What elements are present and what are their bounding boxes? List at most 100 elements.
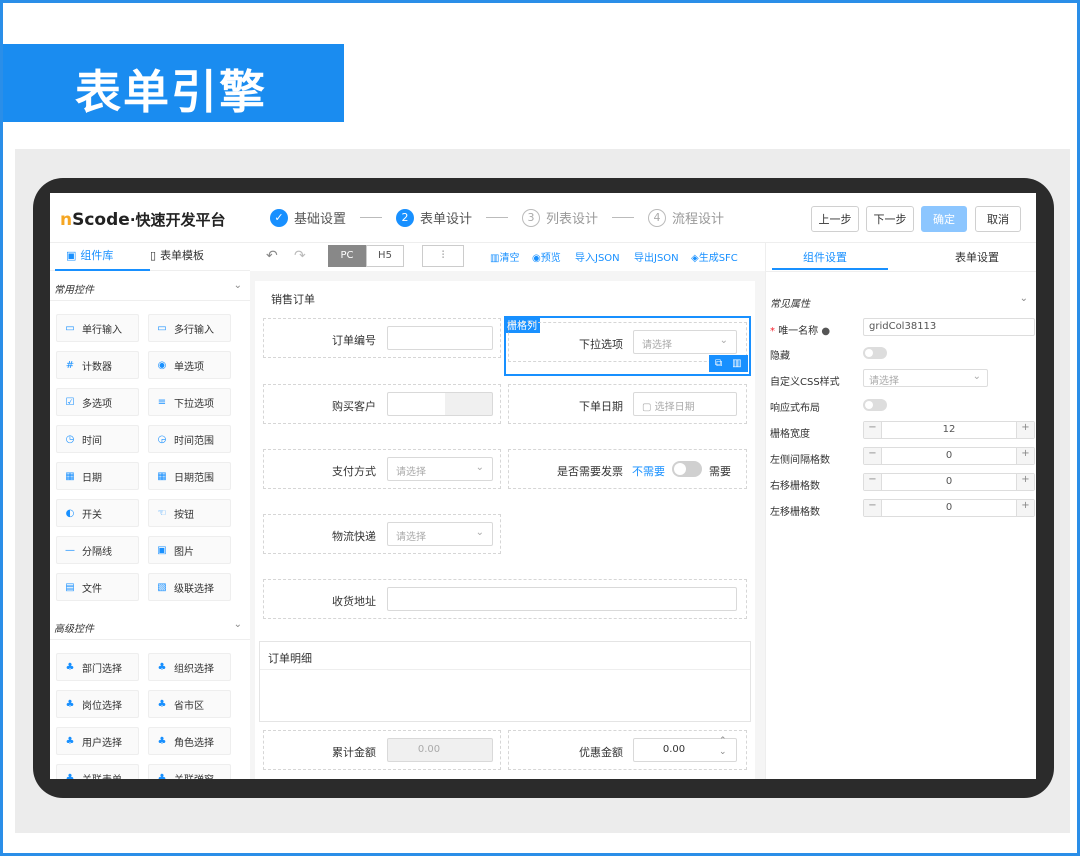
component-item[interactable]: ▦ 日期 [56, 462, 139, 490]
component-item[interactable]: ▧ 级联选择 [148, 573, 231, 601]
stepper-arrows-icon[interactable]: ⌃ ⌄ [719, 736, 727, 758]
tab-form-settings[interactable]: 表单设置 [955, 249, 999, 265]
step-form-design[interactable]: 2 表单设计 [396, 208, 472, 227]
component-item[interactable]: — 分隔线 [56, 536, 139, 564]
org-tree-icon: ♣ [65, 735, 75, 747]
field-total[interactable]: 累计金额 0.00 [263, 730, 501, 770]
component-item[interactable]: ◐ 开关 [56, 499, 139, 527]
props-header-label: 常见属性 [770, 299, 810, 310]
plus-icon[interactable]: + [1016, 500, 1034, 516]
component-label: 单行输入 [82, 324, 122, 336]
generate-sfc-button[interactable]: ◈生成SFC [691, 249, 738, 264]
step-label: 流程设计 [672, 212, 725, 227]
banner: 表单引擎 [3, 44, 344, 122]
address-input[interactable] [387, 587, 737, 611]
payment-select[interactable]: 请选择 ⌄ [387, 457, 493, 481]
delete-icon[interactable]: ▥ [732, 358, 741, 369]
next-button[interactable]: 下一步 [866, 206, 914, 232]
logistics-select[interactable]: 请选择 ⌄ [387, 522, 493, 546]
left-shift-stepper[interactable]: − 0 + [863, 499, 1035, 517]
order-no-input[interactable] [387, 326, 493, 350]
component-item[interactable]: ◷ 时间 [56, 425, 139, 453]
step-divider [360, 217, 383, 218]
component-label: 文件 [82, 583, 102, 595]
minus-icon[interactable]: − [864, 474, 882, 490]
tab-component-settings[interactable]: 组件设置 [803, 249, 847, 265]
field-order-no[interactable]: 订单编号 [263, 318, 501, 358]
component-item[interactable]: ♣ 关联弹窗 [148, 764, 231, 779]
component-item[interactable]: # 计数器 [56, 351, 139, 379]
component-item[interactable]: ♣ 省市区 [148, 690, 231, 718]
preview-button[interactable]: ◉预览 [532, 249, 561, 264]
field-invoice[interactable]: 是否需要发票 不需要 需要 [508, 449, 747, 489]
undo-icon[interactable]: ↶ [266, 248, 278, 264]
component-item[interactable]: ♣ 用户选择 [56, 727, 139, 755]
component-item[interactable]: ▣ 图片 [148, 536, 231, 564]
step-list-design[interactable]: 3 列表设计 [522, 208, 598, 227]
component-item[interactable]: ▤ 文件 [56, 573, 139, 601]
field-payment[interactable]: 支付方式 请选择 ⌄ [263, 449, 501, 489]
tab-templates[interactable]: ▯ 表单模板 [150, 247, 204, 263]
dropdown-select[interactable]: 请选择 ⌄ [633, 330, 737, 354]
minus-icon[interactable]: − [864, 422, 882, 438]
confirm-button[interactable]: 确定 [921, 206, 967, 232]
customer-input[interactable] [387, 392, 493, 416]
plus-icon[interactable]: + [1016, 474, 1034, 490]
component-item[interactable]: ◉ 单选项 [148, 351, 231, 379]
checkbox-icon: ☑ [65, 396, 75, 408]
pc-button[interactable]: PC [328, 245, 366, 267]
date-picker[interactable]: ▢ 选择日期 [633, 392, 737, 416]
left-tabs: ▣ 组件库 ▯ 表单模板 [50, 243, 250, 271]
prop-right-shift: 右移栅格数 [770, 481, 820, 492]
copy-icon[interactable]: ⧉ [715, 358, 722, 369]
minus-icon[interactable]: − [864, 500, 882, 516]
clear-button[interactable]: ▥清空 [490, 249, 519, 264]
unique-name-input[interactable]: gridCol38113 [863, 318, 1035, 336]
h5-button[interactable]: H5 [366, 245, 404, 267]
step-flow-design[interactable]: 4 流程设计 [648, 208, 724, 227]
component-item[interactable]: ♣ 岗位选择 [56, 690, 139, 718]
prev-button[interactable]: 上一步 [811, 206, 859, 232]
props-header[interactable]: 常见属性 ⌄ [770, 293, 1034, 310]
tab-label: 表单模板 [160, 249, 205, 262]
radio-icon: ◉ [157, 359, 167, 371]
field-label: 收货地址 [332, 595, 376, 608]
cancel-button[interactable]: 取消 [975, 206, 1021, 232]
field-date[interactable]: 下单日期 ▢ 选择日期 [508, 384, 747, 424]
field-logistics[interactable]: 物流快递 请选择 ⌄ [263, 514, 501, 554]
component-item[interactable]: ♣ 角色选择 [148, 727, 231, 755]
component-item[interactable]: ☑ 多选项 [56, 388, 139, 416]
section-common[interactable]: 常用控件 ⌄ [50, 273, 250, 301]
component-item[interactable]: ◶ 时间范围 [148, 425, 231, 453]
component-item[interactable]: ♣ 部门选择 [56, 653, 139, 681]
responsive-toggle[interactable] [863, 399, 887, 411]
step-basic[interactable]: ✓ 基础设置 [270, 208, 346, 227]
layout-icon[interactable]: ⫶ [422, 245, 464, 267]
width-stepper[interactable]: − 12 + [863, 421, 1035, 439]
css-select[interactable]: 请选择 ⌄ [863, 369, 988, 387]
field-address[interactable]: 收货地址 [263, 579, 747, 619]
plus-icon[interactable]: + [1016, 422, 1034, 438]
component-item[interactable]: ♣ 组织选择 [148, 653, 231, 681]
import-json-button[interactable]: 导入JSON [575, 249, 620, 264]
hidden-toggle[interactable] [863, 347, 887, 359]
right-shift-stepper[interactable]: − 0 + [863, 473, 1035, 491]
sfc-icon: ◈ [691, 253, 699, 264]
left-gap-stepper[interactable]: − 0 + [863, 447, 1035, 465]
invoice-toggle[interactable] [672, 461, 702, 477]
top-bar: nScode·快速开发平台 ✓ 基础设置 2 表单设计 3 列表设计 4 流程设计 上一… [50, 193, 1036, 243]
component-item[interactable]: ▭ 多行输入 [148, 314, 231, 342]
tab-components[interactable]: ▣ 组件库 [66, 247, 113, 263]
minus-icon[interactable]: − [864, 448, 882, 464]
component-item[interactable]: ▦ 日期范围 [148, 462, 231, 490]
export-json-button[interactable]: 导出JSON [634, 249, 679, 264]
plus-icon[interactable]: + [1016, 448, 1034, 464]
component-item[interactable]: ☜ 按钮 [148, 499, 231, 527]
field-discount[interactable]: 优惠金额 0.00 ⌃ ⌄ [508, 730, 747, 770]
section-advanced[interactable]: 高级控件 ⌄ [50, 612, 250, 640]
component-item[interactable]: ▭ 单行输入 [56, 314, 139, 342]
redo-icon[interactable]: ↷ [294, 248, 306, 264]
field-customer[interactable]: 购买客户 [263, 384, 501, 424]
component-item[interactable]: ≡ 下拉选项 [148, 388, 231, 416]
component-item[interactable]: ♣ 关联表单 [56, 764, 139, 779]
